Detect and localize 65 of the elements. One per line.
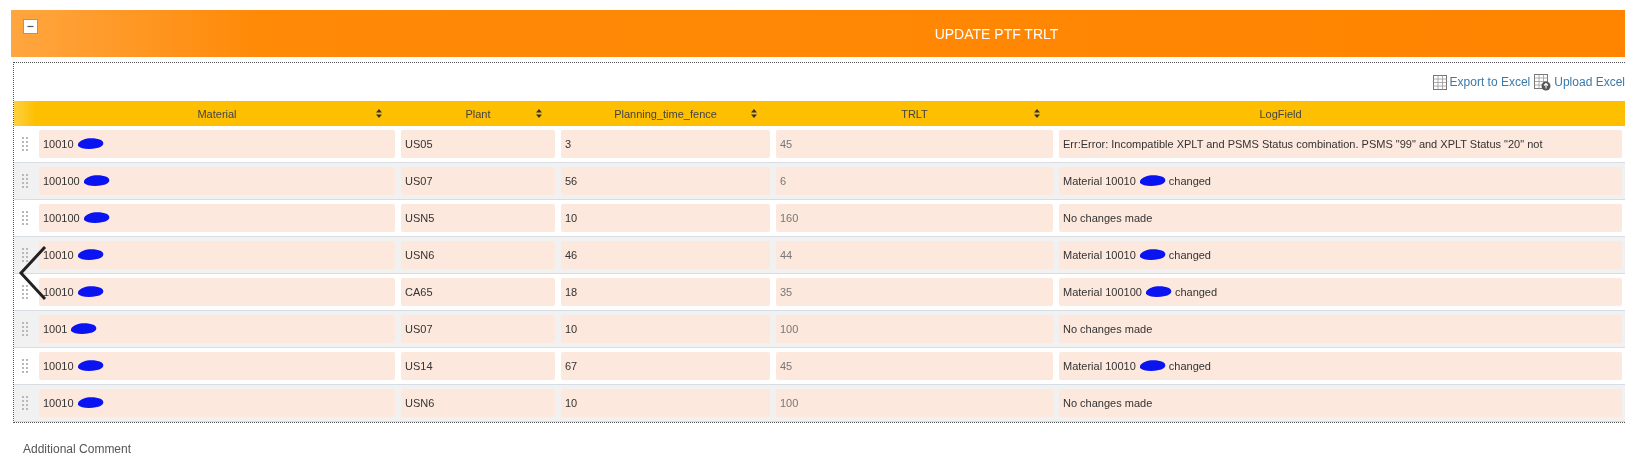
planning-time-fence-field[interactable]: 10 — [561, 204, 770, 232]
column-header[interactable]: Material — [36, 101, 398, 126]
drag-handle-icon[interactable] — [22, 248, 28, 262]
planning-time-fence-field[interactable]: 3 — [561, 130, 770, 158]
log-field: Material 100100 changed — [1059, 278, 1622, 306]
log-field: Material 10010 changed — [1059, 167, 1622, 195]
plant-field[interactable]: USN5 — [401, 204, 555, 232]
planning-time-fence-field[interactable]: 10 — [561, 315, 770, 343]
column-header[interactable]: Planning_time_fence — [558, 101, 773, 126]
column-header[interactable]: Plant — [398, 101, 558, 126]
sort-icon[interactable] — [1034, 109, 1040, 118]
plant-field[interactable]: USN6 — [401, 389, 555, 417]
drag-handle-icon[interactable] — [22, 174, 28, 188]
trlt-field[interactable]: 100 — [776, 389, 1053, 417]
plant-field[interactable]: US07 — [401, 167, 555, 195]
column-header[interactable]: TRLT — [773, 101, 1056, 126]
panel-title: UPDATE PTF TRLT — [933, 25, 1060, 42]
drag-handle-icon[interactable] — [22, 211, 28, 225]
planning-time-fence-field[interactable]: 18 — [561, 278, 770, 306]
log-field: No changes made — [1059, 315, 1622, 343]
drag-handle-icon[interactable] — [22, 137, 28, 151]
log-field: Material 10010 changed — [1059, 352, 1622, 380]
trlt-field[interactable]: 45 — [776, 352, 1053, 380]
sort-icon[interactable] — [376, 109, 382, 118]
export-excel-link[interactable]: Export to Excel — [1432, 74, 1531, 90]
plant-field[interactable]: US14 — [401, 352, 555, 380]
planning-time-fence-field[interactable]: 67 — [561, 352, 770, 380]
spreadsheet-upload-icon — [1534, 73, 1552, 91]
plant-field[interactable]: US05 — [401, 130, 555, 158]
planning-time-fence-field[interactable]: 46 — [561, 241, 770, 269]
trlt-field[interactable]: 100 — [776, 315, 1053, 343]
planning-time-fence-field[interactable]: 10 — [561, 389, 770, 417]
material-field[interactable]: 100100 — [39, 204, 395, 232]
material-field[interactable]: 10010 — [39, 389, 395, 417]
header-corner — [14, 101, 36, 126]
log-field: No changes made — [1059, 389, 1622, 417]
material-field[interactable]: 10010 — [39, 241, 395, 269]
material-field[interactable]: 10010 — [39, 130, 395, 158]
material-field[interactable]: 1001 — [39, 315, 395, 343]
log-field: No changes made — [1059, 204, 1622, 232]
trlt-field[interactable]: 160 — [776, 204, 1053, 232]
redaction-scribble — [68, 321, 99, 337]
trlt-field[interactable]: 6 — [776, 167, 1053, 195]
plant-field[interactable]: USN6 — [401, 241, 555, 269]
drag-handle-icon[interactable] — [22, 359, 28, 373]
trlt-field[interactable]: 45 — [776, 130, 1053, 158]
drag-handle-icon[interactable] — [22, 285, 28, 299]
comment-label: Additional Comment — [23, 442, 133, 456]
drag-handle-icon[interactable] — [22, 396, 28, 410]
plant-field[interactable]: US07 — [401, 315, 555, 343]
drag-handle-icon[interactable] — [22, 322, 28, 336]
trlt-field[interactable]: 35 — [776, 278, 1053, 306]
planning-time-fence-field[interactable]: 56 — [561, 167, 770, 195]
material-field[interactable]: 10010 — [39, 278, 395, 306]
spreadsheet-icon — [1432, 74, 1447, 90]
material-field[interactable]: 100100 — [39, 167, 395, 195]
upload-excel-link[interactable]: Upload Excel — [1534, 73, 1625, 91]
trlt-field[interactable]: 44 — [776, 241, 1053, 269]
material-field[interactable]: 10010 — [39, 352, 395, 380]
log-field: Material 10010 changed — [1059, 241, 1622, 269]
plant-field[interactable]: CA65 — [401, 278, 555, 306]
log-field: Err:Error: Incompatible XPLT and PSMS Status combination. PSMS "99" and XPLT Status "20" not — [1059, 130, 1622, 158]
sort-icon[interactable] — [536, 109, 542, 118]
sort-icon[interactable] — [751, 109, 757, 118]
column-header[interactable]: LogField — [1056, 101, 1625, 126]
